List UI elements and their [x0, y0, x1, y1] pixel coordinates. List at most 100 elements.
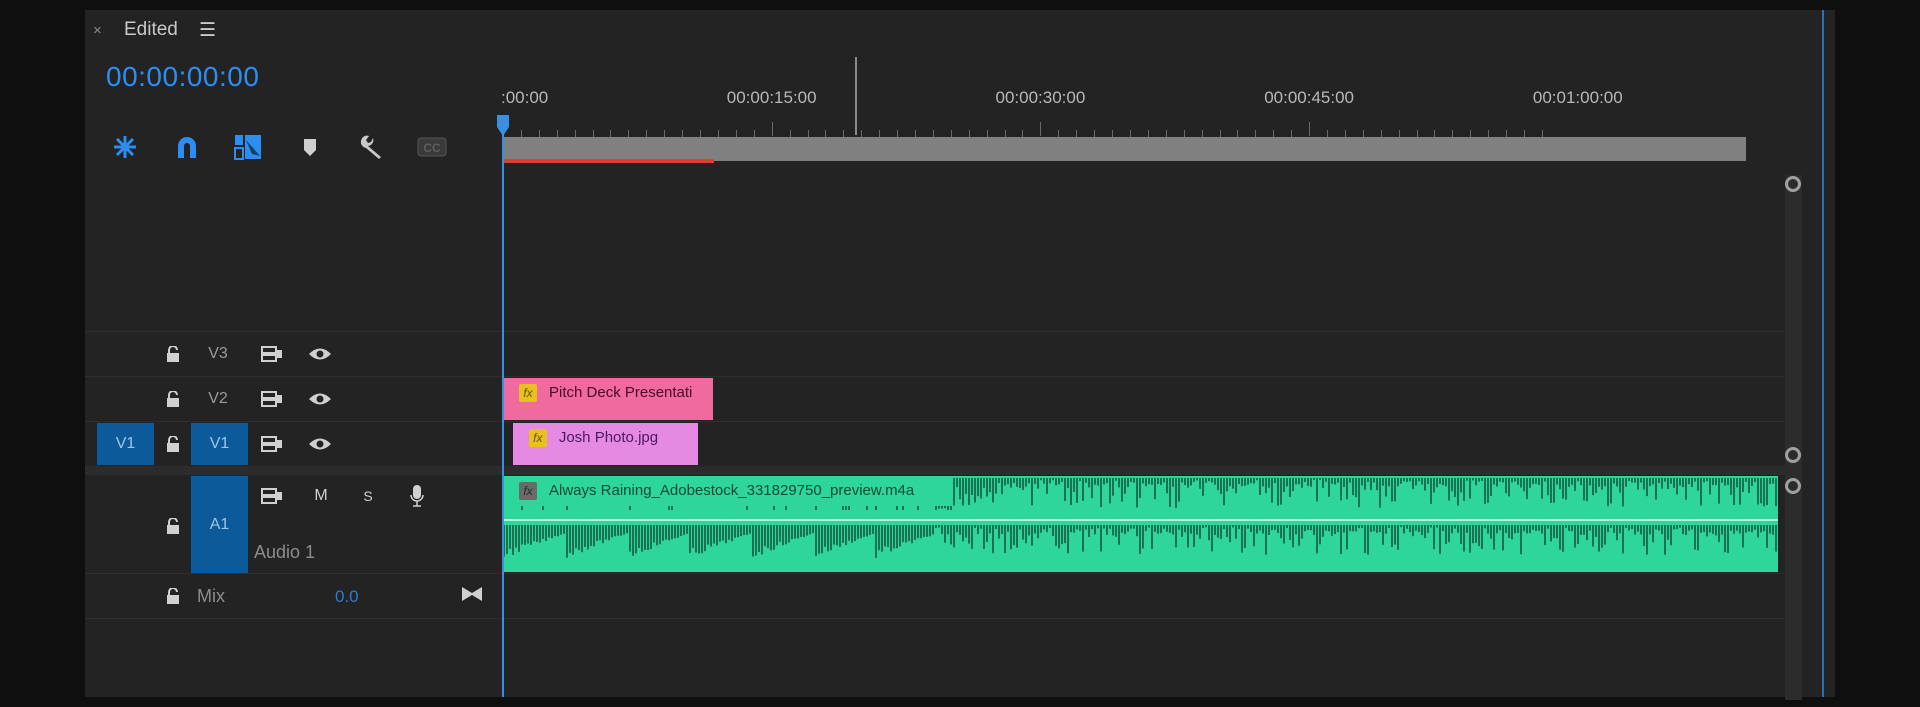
lock-track-button[interactable]	[160, 506, 186, 546]
source-patch-v1[interactable]: V1	[97, 423, 154, 465]
waveform-bar	[1637, 525, 1639, 532]
waveform-bar	[1355, 478, 1357, 498]
waveform-bar	[1358, 525, 1360, 529]
waveform-bar	[1232, 525, 1234, 528]
waveform-bar	[1427, 525, 1429, 533]
timeline-settings-button[interactable]	[355, 132, 387, 162]
waveform-bar	[743, 525, 745, 536]
add-marker-button[interactable]	[294, 132, 326, 162]
waveform-bar	[1598, 525, 1600, 552]
track-target-v1[interactable]: V1	[191, 423, 248, 465]
ruler-tick	[646, 130, 648, 137]
insert-nest-button[interactable]	[109, 132, 141, 162]
video-scroll-bottom-handle[interactable]	[1785, 447, 1801, 463]
ruler-tick	[897, 130, 899, 137]
lock-track-button[interactable]	[160, 422, 186, 466]
snap-button[interactable]	[171, 132, 203, 162]
lock-track-button[interactable]	[160, 377, 186, 421]
lock-track-button[interactable]	[160, 332, 186, 376]
ruler-tick	[753, 130, 755, 137]
clip-v2[interactable]: fx Pitch Deck Presentati	[503, 378, 713, 420]
voice-over-record-button[interactable]	[406, 481, 428, 511]
waveform-bar	[779, 525, 781, 542]
sync-lock-button[interactable]	[259, 422, 285, 466]
waveform-bar	[875, 525, 877, 558]
waveform-bar	[1151, 525, 1153, 549]
waveform-bar	[599, 525, 601, 541]
track-target-v3[interactable]: V3	[190, 332, 246, 376]
waveform-bar	[1148, 525, 1150, 528]
waveform-bar	[1229, 478, 1231, 487]
audio-scroll-top-handle[interactable]	[1785, 478, 1801, 494]
channel-divider	[503, 519, 1779, 521]
track-target-a1[interactable]: A1	[191, 476, 248, 573]
waveform-bar	[1775, 478, 1777, 507]
waveform-bar	[1655, 525, 1657, 530]
clip-a1[interactable]: fx Always Raining_Adobestock_331829750_pr…	[503, 476, 1779, 572]
waveform-bar	[1553, 525, 1555, 538]
waveform-bar	[1115, 478, 1117, 481]
waveform-bar	[1193, 525, 1195, 547]
waveform-bar	[1508, 525, 1510, 538]
video-audio-divider[interactable]	[85, 466, 1785, 475]
clip-v1[interactable]: fx Josh Photo.jpg	[512, 423, 699, 465]
solo-track-button[interactable]: S	[358, 481, 378, 511]
video-scroll-top-handle[interactable]	[1785, 176, 1801, 192]
vertical-scrollbar[interactable]	[1785, 175, 1802, 700]
waveform-bar	[1160, 478, 1162, 485]
sync-lock-button[interactable]	[259, 377, 285, 421]
waveform-bar	[587, 525, 589, 550]
waveform-bar	[944, 506, 946, 509]
toggle-track-output-button[interactable]	[306, 422, 334, 466]
linked-selection-icon	[234, 135, 261, 160]
playhead-line[interactable]	[502, 132, 504, 697]
waveform-bar	[1145, 478, 1147, 487]
linked-selection-button[interactable]	[232, 132, 264, 162]
waveform-bar	[1649, 525, 1651, 535]
track-target-v2[interactable]: V2	[190, 377, 246, 421]
lock-track-button[interactable]	[160, 574, 186, 618]
playhead-timecode[interactable]: 00:00:00:00	[106, 61, 259, 93]
waveform-bar	[1400, 478, 1402, 484]
sync-lock-button[interactable]	[259, 481, 285, 511]
ruler-tick	[1076, 130, 1078, 137]
toggle-track-output-button[interactable]	[306, 377, 334, 421]
sync-lock-button[interactable]	[259, 332, 285, 376]
waveform-bar	[842, 525, 844, 543]
waveform-bar	[725, 525, 727, 544]
track-meters-toggle[interactable]	[460, 582, 484, 606]
waveform-bar	[1262, 478, 1264, 487]
captions-button[interactable]: CC	[416, 132, 448, 162]
ruler-tick	[1327, 130, 1328, 137]
waveform-bar	[1499, 525, 1501, 531]
waveform-bar	[1403, 478, 1405, 482]
mute-track-button[interactable]: M	[309, 481, 333, 511]
toggle-track-output-button[interactable]	[306, 332, 334, 376]
waveform-bar	[1427, 478, 1429, 485]
waveform-bar	[1217, 525, 1219, 538]
waveform-bar	[1079, 478, 1081, 482]
waveform-bar	[1388, 525, 1390, 529]
waveform-bar	[968, 478, 970, 506]
track-name-audio-1[interactable]: Audio 1	[254, 542, 315, 563]
close-tab-button[interactable]: ×	[93, 22, 102, 39]
waveform-bar	[677, 525, 679, 538]
ruler-tick	[807, 130, 809, 137]
waveform-bar	[1271, 525, 1273, 530]
ruler-tick	[771, 122, 773, 136]
playhead-handle[interactable]	[496, 114, 512, 138]
mix-volume-value[interactable]: 0.0	[335, 587, 359, 607]
waveform-bar	[620, 525, 622, 536]
waveform-bar	[839, 525, 841, 547]
work-area-bar[interactable]	[503, 137, 1746, 161]
waveform-bar	[1763, 478, 1765, 507]
waveform-bar	[1514, 525, 1516, 534]
waveform-bar	[614, 525, 616, 537]
ruler-tick	[1165, 130, 1167, 137]
waveform-bar	[1562, 478, 1564, 499]
panel-menu-icon[interactable]: ☰	[199, 19, 216, 42]
waveform-bar	[974, 478, 976, 503]
waveform-bar	[1616, 478, 1618, 487]
sequence-tab-title[interactable]: Edited	[124, 19, 178, 41]
waveform-bar	[671, 506, 673, 510]
